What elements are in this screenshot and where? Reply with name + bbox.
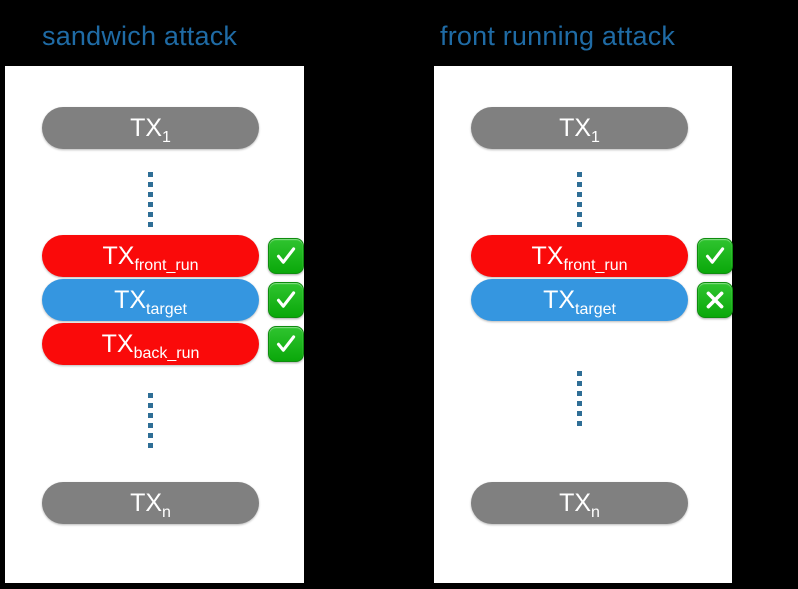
- dot: [148, 443, 153, 448]
- tx-row: TX1: [471, 107, 688, 149]
- tx-pill-1[interactable]: TX1: [471, 107, 688, 149]
- tx-row: TXback_run: [42, 323, 304, 365]
- tx-label: TXfront_run: [102, 241, 199, 274]
- dot: [148, 222, 153, 227]
- tx-label: TXn: [559, 488, 600, 521]
- tx-row: TX1: [42, 107, 259, 149]
- dot: [577, 401, 582, 406]
- status-badge-check[interactable]: [268, 238, 304, 274]
- tx-label: TXtarget: [114, 285, 187, 318]
- tx-label: TXfront_run: [531, 241, 628, 274]
- cross-mark-icon: [706, 291, 724, 309]
- tx-pill-n[interactable]: TXn: [42, 482, 259, 524]
- tx-ellipsis-dots: [577, 371, 582, 426]
- dot: [577, 381, 582, 386]
- tx-pill-target[interactable]: TXtarget: [42, 279, 259, 321]
- dot: [577, 202, 582, 207]
- panel-title-sandwich: sandwich attack: [42, 21, 238, 51]
- check-mark-icon: [276, 247, 296, 264]
- tx-ellipsis-dots: [577, 172, 582, 227]
- tx-label: TXn: [130, 488, 171, 521]
- tx-ellipsis-dots: [148, 172, 153, 227]
- tx-list-front-running: TX1 TXfront_run TXtarget TXn: [434, 66, 733, 583]
- tx-row: TXn: [42, 482, 259, 524]
- status-badge-check[interactable]: [268, 282, 304, 318]
- tx-label: TX1: [130, 113, 171, 146]
- check-mark-icon: [705, 247, 725, 264]
- dot: [577, 182, 582, 187]
- check-mark-icon: [276, 291, 296, 308]
- tx-row: TXtarget: [471, 279, 733, 321]
- tx-row: TXfront_run: [471, 235, 733, 277]
- tx-pill-n[interactable]: TXn: [471, 482, 688, 524]
- dot: [148, 202, 153, 207]
- status-badge-cross[interactable]: [697, 282, 733, 318]
- dot: [577, 172, 582, 177]
- dot: [577, 391, 582, 396]
- dot: [148, 423, 153, 428]
- dot: [577, 212, 582, 217]
- tx-pill-front_run[interactable]: TXfront_run: [471, 235, 688, 277]
- dot: [148, 433, 153, 438]
- tx-pill-front_run[interactable]: TXfront_run: [42, 235, 259, 277]
- dot: [148, 172, 153, 177]
- dot: [148, 212, 153, 217]
- tx-row: TXn: [471, 482, 688, 524]
- tx-label: TXback_run: [101, 329, 200, 362]
- dot: [148, 192, 153, 197]
- tx-label: TX1: [559, 113, 600, 146]
- dot: [148, 182, 153, 187]
- diagram-canvas: sandwich attack front running attack TX1…: [0, 0, 798, 589]
- dot: [148, 413, 153, 418]
- dot: [148, 403, 153, 408]
- tx-label: TXtarget: [543, 285, 616, 318]
- check-mark-icon: [276, 335, 296, 352]
- status-badge-check[interactable]: [268, 326, 304, 362]
- status-badge-check[interactable]: [697, 238, 733, 274]
- dot: [577, 371, 582, 376]
- panel-title-front-running: front running attack: [440, 21, 676, 51]
- tx-row: TXtarget: [42, 279, 304, 321]
- tx-row: TXfront_run: [42, 235, 304, 277]
- dot: [577, 192, 582, 197]
- tx-pill-1[interactable]: TX1: [42, 107, 259, 149]
- dot: [577, 421, 582, 426]
- dot: [577, 411, 582, 416]
- tx-pill-back_run[interactable]: TXback_run: [42, 323, 259, 365]
- tx-list-sandwich: TX1 TXfront_run TXtarget TXback_run TXn: [5, 66, 304, 583]
- tx-ellipsis-dots: [148, 393, 153, 448]
- dot: [148, 393, 153, 398]
- dot: [577, 222, 582, 227]
- tx-pill-target[interactable]: TXtarget: [471, 279, 688, 321]
